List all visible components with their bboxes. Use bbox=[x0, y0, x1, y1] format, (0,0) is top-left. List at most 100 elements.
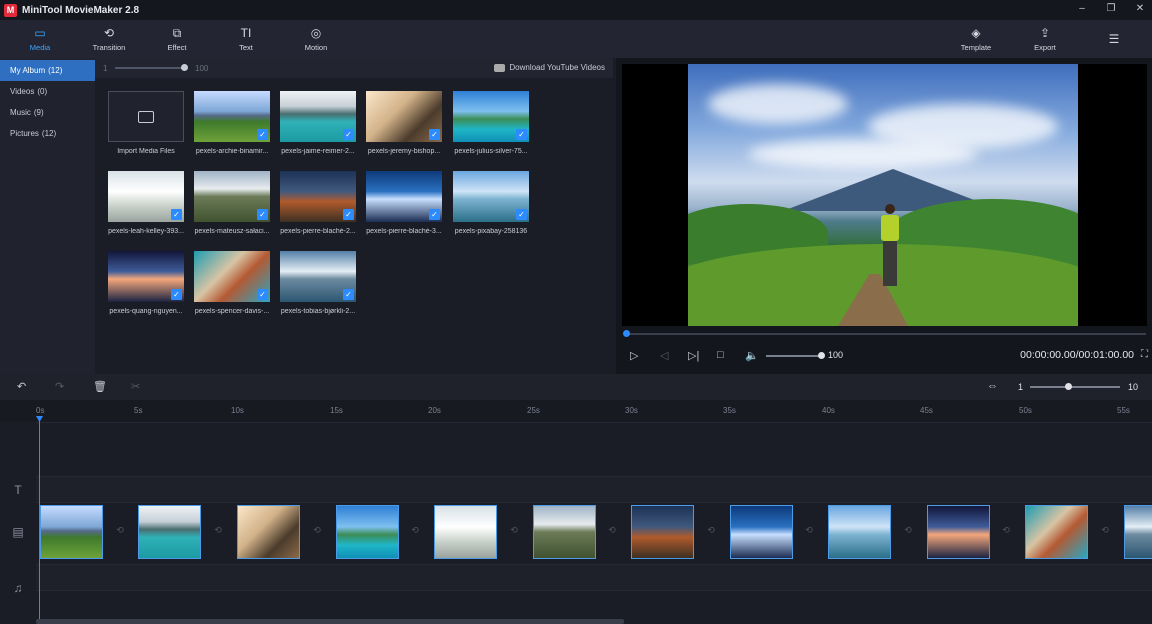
media-item[interactable]: ✓ pexels-pixabay-258136 bbox=[453, 171, 529, 235]
media-item[interactable]: ✓ pexels-quang-nguyen... bbox=[108, 251, 184, 315]
media-item[interactable]: ✓ pexels-mateusz-sałaci... bbox=[194, 171, 270, 235]
volume-handle[interactable] bbox=[818, 352, 825, 359]
media-thumbnail[interactable]: ✓ bbox=[366, 91, 442, 142]
timeline-clip[interactable] bbox=[40, 505, 103, 559]
previous-frame-icon[interactable]: ◁ bbox=[660, 349, 668, 362]
transition-slot-icon[interactable]: ⟲ bbox=[901, 525, 915, 537]
checkmark-icon[interactable]: ✓ bbox=[343, 129, 354, 140]
transition-slot-icon[interactable]: ⟲ bbox=[1098, 525, 1112, 537]
transition-slot-icon[interactable]: ⟲ bbox=[704, 525, 718, 537]
media-item[interactable]: ✓ pexels-jaime-reimer-2... bbox=[280, 91, 356, 155]
media-item[interactable]: ✓ pexels-spencer-davis-... bbox=[194, 251, 270, 315]
checkmark-icon[interactable]: ✓ bbox=[171, 209, 182, 220]
timeline-clip[interactable] bbox=[631, 505, 694, 559]
timeline-clip[interactable] bbox=[434, 505, 497, 559]
timeline-clip[interactable] bbox=[138, 505, 201, 559]
checkmark-icon[interactable]: ✓ bbox=[429, 209, 440, 220]
sidebar-item-my-album[interactable]: My Album(12) bbox=[0, 60, 95, 81]
checkmark-icon[interactable]: ✓ bbox=[257, 289, 268, 300]
checkmark-icon[interactable]: ✓ bbox=[429, 129, 440, 140]
export-button[interactable]: ⇪ Export bbox=[1015, 20, 1075, 58]
checkmark-icon[interactable]: ✓ bbox=[343, 209, 354, 220]
media-thumbnail[interactable]: ✓ bbox=[453, 171, 529, 222]
timeline-zoom-slider[interactable] bbox=[1030, 386, 1120, 388]
transition-slot-icon[interactable]: ⟲ bbox=[999, 525, 1013, 537]
tab-motion[interactable]: ◎ Motion bbox=[286, 20, 346, 58]
thumb-zoom-handle[interactable] bbox=[181, 64, 188, 71]
playback-progress-bar[interactable] bbox=[626, 333, 1146, 335]
import-media-button[interactable] bbox=[108, 91, 184, 142]
sidebar-item-videos[interactable]: Videos(0) bbox=[0, 81, 95, 102]
volume-slider[interactable] bbox=[766, 355, 821, 357]
next-frame-icon[interactable]: ▷| bbox=[688, 349, 699, 362]
timeline-clip[interactable] bbox=[730, 505, 793, 559]
checkmark-icon[interactable]: ✓ bbox=[257, 129, 268, 140]
transition-slot-icon[interactable]: ⟲ bbox=[408, 525, 422, 537]
transition-slot-icon[interactable]: ⟲ bbox=[605, 525, 619, 537]
media-thumbnail[interactable]: ✓ bbox=[280, 251, 356, 302]
volume-icon[interactable]: 🔈 bbox=[745, 349, 759, 362]
template-button[interactable]: ◈ Template bbox=[946, 20, 1006, 58]
fullscreen-icon[interactable]: ⛶ bbox=[1141, 349, 1148, 360]
fit-timeline-icon[interactable]: ⇔ bbox=[987, 380, 998, 392]
tab-effect[interactable]: ⧉ Effect bbox=[147, 20, 207, 58]
timeline-playhead[interactable] bbox=[39, 417, 40, 624]
timeline-clip[interactable] bbox=[237, 505, 300, 559]
media-thumbnail[interactable]: ✓ bbox=[194, 91, 270, 142]
timeline-clip[interactable] bbox=[1124, 505, 1152, 559]
timeline-clip[interactable] bbox=[927, 505, 990, 559]
restore-icon[interactable]: ❐ bbox=[1105, 3, 1117, 14]
redo-icon[interactable]: ↷ bbox=[55, 380, 64, 393]
media-item[interactable]: ✓ pexels-jeremy-bishop... bbox=[366, 91, 442, 155]
media-thumbnail[interactable]: ✓ bbox=[194, 171, 270, 222]
media-item[interactable]: ✓ pexels-leah-kelley-393... bbox=[108, 171, 184, 235]
timeline-scrollbar[interactable] bbox=[36, 619, 624, 624]
thumb-zoom-slider[interactable] bbox=[115, 67, 185, 69]
tab-transition[interactable]: ⟲ Transition bbox=[79, 20, 139, 58]
media-item[interactable]: ✓ pexels-archie-binamir... bbox=[194, 91, 270, 155]
tab-text[interactable]: TI Text bbox=[216, 20, 276, 58]
transition-slot-icon[interactable]: ⟲ bbox=[113, 525, 127, 537]
checkmark-icon[interactable]: ✓ bbox=[171, 289, 182, 300]
timeline-zoom-handle[interactable] bbox=[1065, 383, 1072, 390]
media-thumbnail[interactable]: ✓ bbox=[108, 251, 184, 302]
media-item[interactable]: ✓ pexels-pierre-blaché-2... bbox=[280, 171, 356, 235]
minimize-icon[interactable]: – bbox=[1076, 3, 1088, 14]
menu-button[interactable]: ☰ bbox=[1084, 20, 1144, 58]
import-media-tile[interactable]: Import Media Files bbox=[108, 91, 184, 155]
split-icon[interactable]: ✂ bbox=[131, 380, 140, 393]
timeline-clip[interactable] bbox=[828, 505, 891, 559]
media-thumbnail[interactable]: ✓ bbox=[108, 171, 184, 222]
timeline-clip[interactable] bbox=[1025, 505, 1088, 559]
timeline-clip[interactable] bbox=[533, 505, 596, 559]
media-thumbnail[interactable]: ✓ bbox=[366, 171, 442, 222]
checkmark-icon[interactable]: ✓ bbox=[257, 209, 268, 220]
media-item[interactable]: ✓ pexels-julius-silver-75... bbox=[453, 91, 529, 155]
media-thumbnail[interactable]: ✓ bbox=[453, 91, 529, 142]
stop-icon[interactable]: □ bbox=[717, 349, 724, 361]
media-thumbnail[interactable]: ✓ bbox=[194, 251, 270, 302]
checkmark-icon[interactable]: ✓ bbox=[516, 209, 527, 220]
transition-slot-icon[interactable]: ⟲ bbox=[507, 525, 521, 537]
delete-icon[interactable]: 🗑 bbox=[93, 380, 107, 393]
undo-icon[interactable]: ↶ bbox=[17, 380, 26, 393]
text-track[interactable] bbox=[36, 476, 1152, 502]
timeline-clip[interactable] bbox=[336, 505, 399, 559]
play-icon[interactable]: ▷ bbox=[630, 349, 638, 362]
download-youtube-button[interactable]: Download YouTube Videos bbox=[494, 63, 605, 72]
transition-slot-icon[interactable]: ⟲ bbox=[211, 525, 225, 537]
close-icon[interactable]: ✕ bbox=[1134, 3, 1146, 14]
video-preview[interactable] bbox=[622, 64, 1147, 326]
media-thumbnail[interactable]: ✓ bbox=[280, 171, 356, 222]
checkmark-icon[interactable]: ✓ bbox=[343, 289, 354, 300]
tab-media[interactable]: ▭ Media bbox=[10, 20, 70, 58]
media-item[interactable]: ✓ pexels-pierre-blaché-3... bbox=[366, 171, 442, 235]
playhead-handle[interactable] bbox=[623, 330, 630, 337]
media-item[interactable]: ✓ pexels-tobias-bjørkli-2... bbox=[280, 251, 356, 315]
sidebar-item-music[interactable]: Music(9) bbox=[0, 102, 95, 123]
media-thumbnail[interactable]: ✓ bbox=[280, 91, 356, 142]
sidebar-item-pictures[interactable]: Pictures(12) bbox=[0, 123, 95, 144]
checkmark-icon[interactable]: ✓ bbox=[516, 129, 527, 140]
transition-slot-icon[interactable]: ⟲ bbox=[310, 525, 324, 537]
overlay-track[interactable] bbox=[36, 422, 1152, 476]
